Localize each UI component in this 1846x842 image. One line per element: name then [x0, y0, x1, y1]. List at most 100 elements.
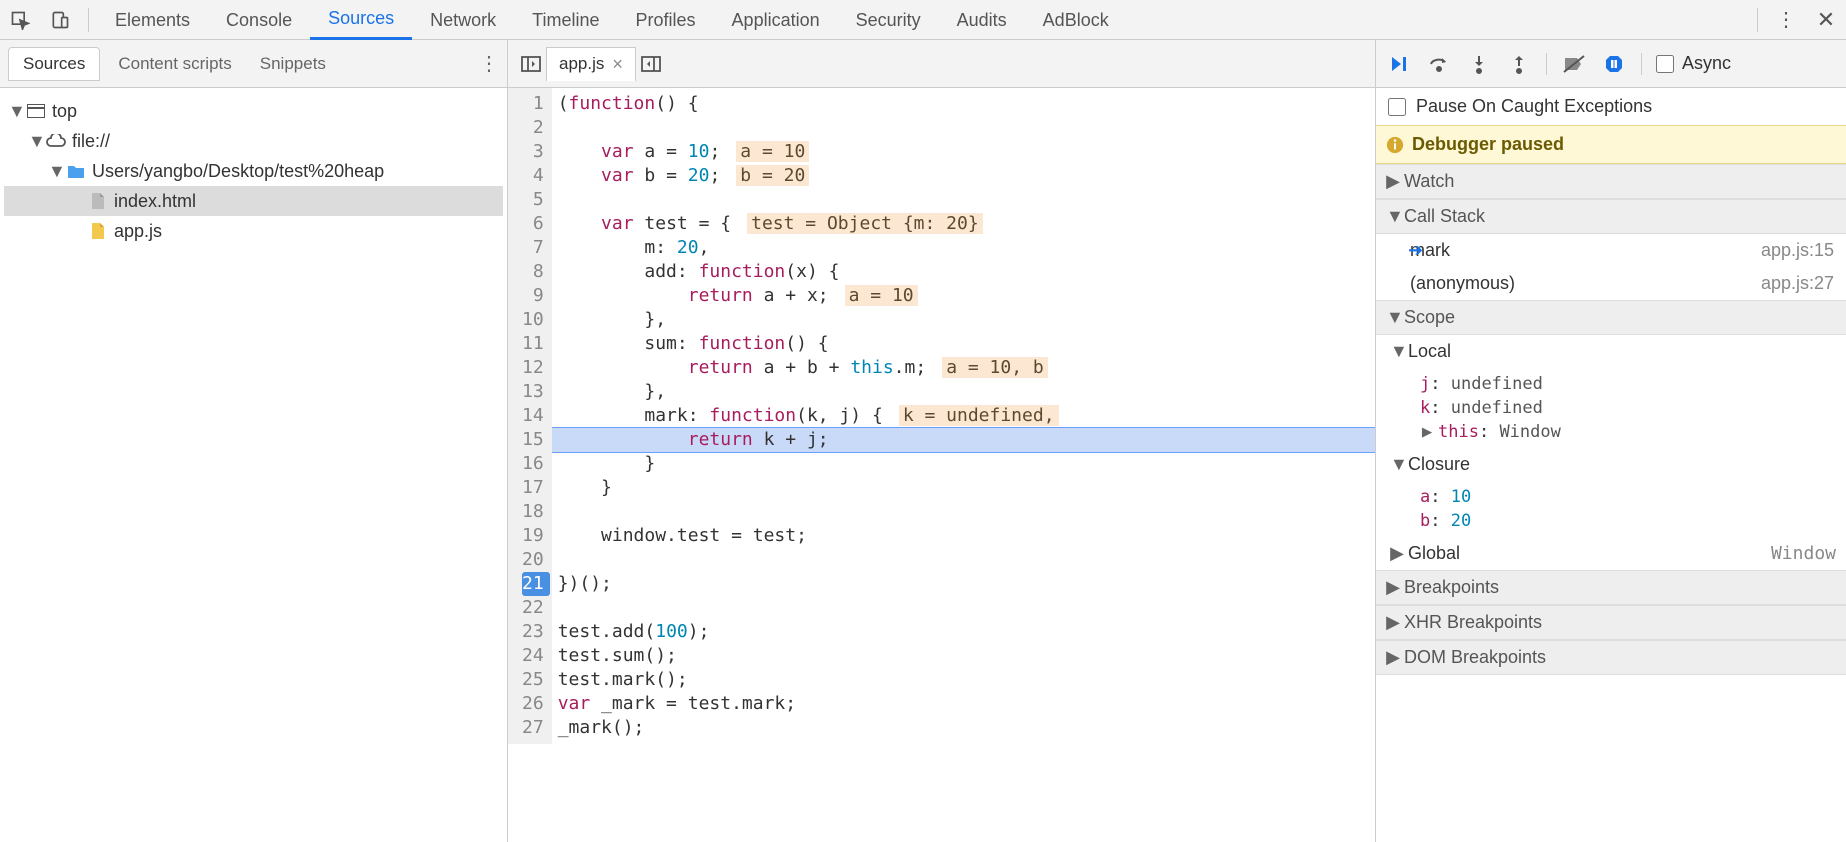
- scope-global-header[interactable]: ▶Global Window: [1376, 537, 1846, 570]
- main-tab-application[interactable]: Application: [714, 0, 838, 40]
- main-tab-profiles[interactable]: Profiles: [618, 0, 714, 40]
- main-tab-adblock[interactable]: AdBlock: [1025, 0, 1127, 40]
- tree-folder[interactable]: ▼ Users/yangbo/Desktop/test%20heap: [4, 156, 503, 186]
- tree-file-appjs[interactable]: app.js: [4, 216, 503, 246]
- resume-icon[interactable]: [1386, 51, 1412, 77]
- line-number[interactable]: 25: [522, 668, 544, 692]
- code-line[interactable]: [552, 548, 1375, 572]
- code-line[interactable]: }: [552, 452, 1375, 476]
- line-number[interactable]: 27: [522, 716, 544, 740]
- dom-breakpoints-header[interactable]: ▶DOM Breakpoints: [1376, 640, 1846, 675]
- main-tab-network[interactable]: Network: [412, 0, 514, 40]
- code-line[interactable]: var _mark = test.mark;: [552, 692, 1375, 716]
- code-editor[interactable]: 1234567891011121314151617181920212223242…: [508, 88, 1375, 744]
- watch-header[interactable]: ▶Watch: [1376, 164, 1846, 199]
- code-line[interactable]: test.sum();: [552, 644, 1375, 668]
- code-line[interactable]: },: [552, 308, 1375, 332]
- navigator-tab-snippets[interactable]: Snippets: [250, 48, 336, 80]
- inspect-element-icon[interactable]: [0, 0, 40, 40]
- main-tab-sources[interactable]: Sources: [310, 0, 412, 40]
- pause-caught-exceptions[interactable]: Pause On Caught Exceptions: [1376, 88, 1846, 125]
- async-checkbox[interactable]: Async: [1656, 53, 1731, 74]
- main-tab-timeline[interactable]: Timeline: [514, 0, 617, 40]
- breakpoints-header[interactable]: ▶Breakpoints: [1376, 570, 1846, 605]
- more-icon[interactable]: ⋮: [1766, 0, 1806, 40]
- code-line[interactable]: window.test = test;: [552, 524, 1375, 548]
- code-line[interactable]: var b = 20;b = 20: [552, 164, 1375, 188]
- code-line[interactable]: },: [552, 380, 1375, 404]
- code-line[interactable]: }: [552, 476, 1375, 500]
- close-devtools-icon[interactable]: ✕: [1806, 0, 1846, 40]
- main-tab-security[interactable]: Security: [838, 0, 939, 40]
- close-tab-icon[interactable]: ×: [612, 54, 623, 75]
- main-tab-elements[interactable]: Elements: [97, 0, 208, 40]
- code-content[interactable]: (function() { var a = 10;a = 10 var b = …: [552, 88, 1375, 744]
- line-number[interactable]: 12: [522, 356, 544, 380]
- code-line[interactable]: var a = 10;a = 10: [552, 140, 1375, 164]
- line-gutter[interactable]: 1234567891011121314151617181920212223242…: [508, 88, 552, 744]
- code-line[interactable]: add: function(x) {: [552, 260, 1375, 284]
- line-number[interactable]: 21: [522, 572, 550, 596]
- line-number[interactable]: 5: [522, 188, 544, 212]
- show-navigator-icon[interactable]: [516, 56, 546, 72]
- line-number[interactable]: 13: [522, 380, 544, 404]
- scope-local-header[interactable]: ▼Local: [1376, 335, 1846, 368]
- navigator-more-icon[interactable]: ⋮: [479, 51, 499, 76]
- show-debugger-icon[interactable]: [636, 56, 666, 72]
- navigator-tab-sources[interactable]: Sources: [8, 47, 100, 81]
- main-tab-console[interactable]: Console: [208, 0, 310, 40]
- code-line[interactable]: mark: function(k, j) {k = undefined,: [552, 404, 1375, 428]
- code-line[interactable]: m: 20,: [552, 236, 1375, 260]
- code-line[interactable]: [552, 500, 1375, 524]
- line-number[interactable]: 23: [522, 620, 544, 644]
- line-number[interactable]: 7: [522, 236, 544, 260]
- step-out-icon[interactable]: [1506, 51, 1532, 77]
- code-line[interactable]: [552, 596, 1375, 620]
- line-number[interactable]: 1: [522, 92, 544, 116]
- line-number[interactable]: 3: [522, 140, 544, 164]
- line-number[interactable]: 20: [522, 548, 544, 572]
- pause-caught-exceptions-input[interactable]: [1388, 98, 1406, 116]
- step-over-icon[interactable]: [1426, 51, 1452, 77]
- line-number[interactable]: 9: [522, 284, 544, 308]
- async-checkbox-input[interactable]: [1656, 55, 1674, 73]
- code-line[interactable]: return k + j;: [552, 428, 1375, 452]
- deactivate-breakpoints-icon[interactable]: [1561, 51, 1587, 77]
- device-toggle-icon[interactable]: [40, 0, 80, 40]
- code-line[interactable]: test.add(100);: [552, 620, 1375, 644]
- line-number[interactable]: 15: [522, 428, 544, 452]
- line-number[interactable]: 16: [522, 452, 544, 476]
- line-number[interactable]: 8: [522, 260, 544, 284]
- code-line[interactable]: _mark();: [552, 716, 1375, 740]
- line-number[interactable]: 22: [522, 596, 544, 620]
- line-number[interactable]: 6: [522, 212, 544, 236]
- code-line[interactable]: [552, 116, 1375, 140]
- line-number[interactable]: 11: [522, 332, 544, 356]
- pause-exceptions-icon[interactable]: [1601, 51, 1627, 77]
- line-number[interactable]: 14: [522, 404, 544, 428]
- xhr-breakpoints-header[interactable]: ▶XHR Breakpoints: [1376, 605, 1846, 640]
- code-line[interactable]: var test = {test = Object {m: 20}: [552, 212, 1375, 236]
- tree-file-index[interactable]: index.html: [4, 186, 503, 216]
- code-line[interactable]: test.mark();: [552, 668, 1375, 692]
- line-number[interactable]: 26: [522, 692, 544, 716]
- code-line[interactable]: sum: function() {: [552, 332, 1375, 356]
- step-into-icon[interactable]: [1466, 51, 1492, 77]
- code-line[interactable]: return a + b + this.m;a = 10, b: [552, 356, 1375, 380]
- line-number[interactable]: 19: [522, 524, 544, 548]
- main-tab-audits[interactable]: Audits: [939, 0, 1025, 40]
- code-line[interactable]: })();: [552, 572, 1375, 596]
- callstack-header[interactable]: ▼Call Stack: [1376, 199, 1846, 234]
- code-line[interactable]: [552, 188, 1375, 212]
- code-line[interactable]: return a + x;a = 10: [552, 284, 1375, 308]
- line-number[interactable]: 17: [522, 476, 544, 500]
- line-number[interactable]: 4: [522, 164, 544, 188]
- code-line[interactable]: (function() {: [552, 92, 1375, 116]
- tree-origin[interactable]: ▼ file://: [4, 126, 503, 156]
- line-number[interactable]: 10: [522, 308, 544, 332]
- line-number[interactable]: 2: [522, 116, 544, 140]
- callstack-frame[interactable]: markapp.js:15: [1376, 234, 1846, 267]
- navigator-tab-content-scripts[interactable]: Content scripts: [108, 48, 241, 80]
- scope-header[interactable]: ▼Scope: [1376, 300, 1846, 335]
- line-number[interactable]: 18: [522, 500, 544, 524]
